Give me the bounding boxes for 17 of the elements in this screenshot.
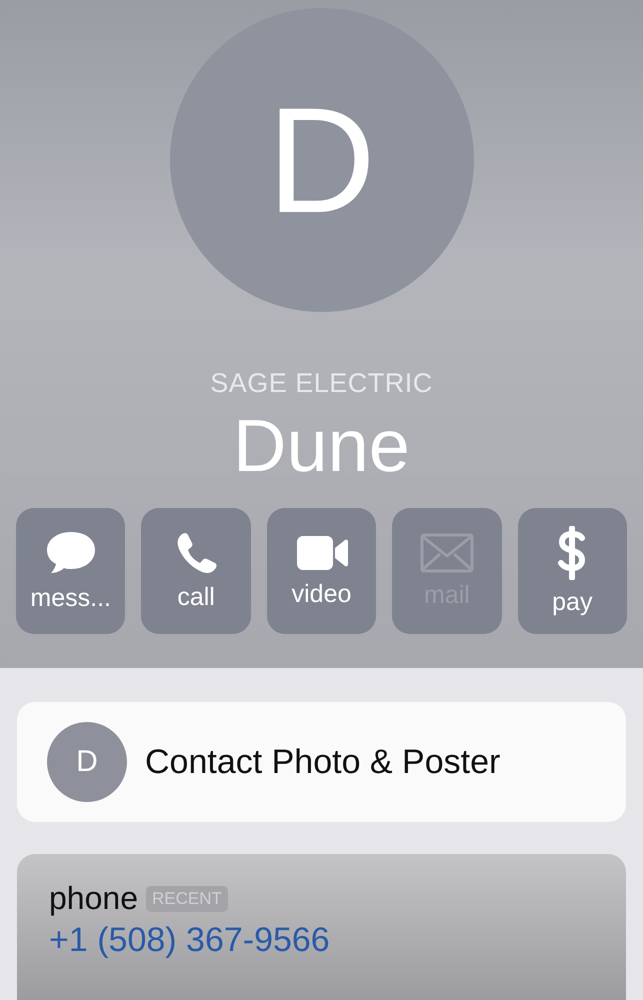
speech-bubble-icon [44,530,97,576]
card-label: Contact Photo & Poster [145,742,500,782]
contact-name: Dune [233,405,410,486]
video-camera-icon [294,534,348,572]
dollar-sign-icon [557,526,588,580]
pay-action-button[interactable]: pay [518,508,628,634]
contact-poster-card[interactable]: D Contact Photo & Poster [17,702,626,822]
contact-avatar: D [170,8,474,312]
phone-number-link[interactable]: +1 (508) 367-9566 [49,921,594,960]
phone-icon [175,530,218,575]
call-action-button[interactable]: call [141,508,251,634]
small-avatar: D [47,722,127,802]
envelope-icon [420,532,474,573]
company-name: SAGE ELECTRIC [210,368,433,399]
video-action-button[interactable]: video [266,508,376,634]
phone-label: phone [49,880,138,918]
message-action-button[interactable]: mess... [16,508,126,634]
